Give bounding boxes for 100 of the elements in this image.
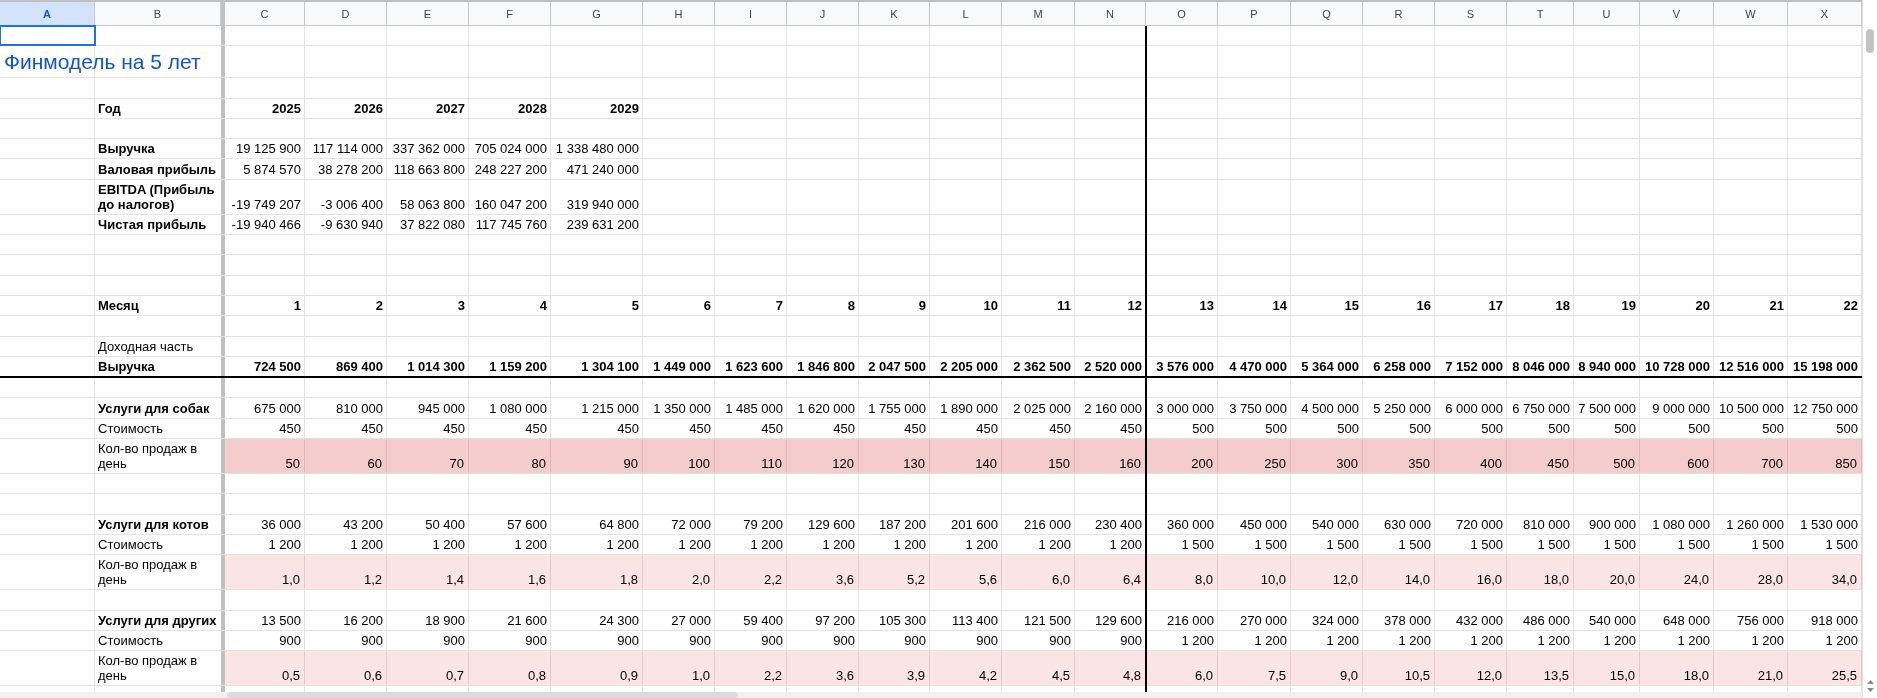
table-cell-text: 118 663 800 (392, 160, 466, 179)
table-cell: 24,0 (1640, 555, 1714, 590)
table-cell-text: 15 198 000 (1791, 358, 1859, 377)
table-cell: 25,5 (1788, 651, 1862, 686)
table-cell-text: 486 000 (1522, 611, 1571, 630)
table-cell: 1,0 (643, 651, 715, 686)
table-cell-text: 810 000 (1522, 515, 1571, 534)
table-cell-text: 900 (1119, 632, 1143, 651)
column-header[interactable]: W (1714, 2, 1788, 26)
vertical-scrollbar[interactable] (1862, 0, 1877, 698)
table-cell: 90 (551, 439, 643, 474)
table-cell-text: 1 200 (821, 536, 856, 555)
table-cell: 0,6 (305, 651, 387, 686)
table-cell-text: 2 160 000 (1083, 399, 1143, 418)
table-cell-text: 1 (292, 297, 302, 316)
table-cell: 7,5 (1218, 651, 1291, 686)
column-header[interactable]: S (1435, 2, 1507, 26)
table-cell-text: 5 (630, 297, 640, 316)
column-header[interactable]: F (469, 2, 551, 26)
table-cell-text: 230 400 (1094, 515, 1143, 534)
table-cell-text: 58 063 800 (398, 195, 466, 214)
table-cell-text: 450 (688, 420, 712, 439)
table-cell: 600 (1640, 439, 1714, 474)
table-cell: 3,6 (787, 651, 859, 686)
table-cell: 12,0 (1435, 651, 1507, 686)
table-cell-text: 216 000 (1023, 515, 1072, 534)
table-cell-text: 24 300 (598, 611, 640, 630)
column-header[interactable]: T (1507, 2, 1574, 26)
table-cell-text: 450 (1048, 420, 1072, 439)
table-cell-text: 3 576 000 (1155, 358, 1215, 377)
table-cell-text: 1 623 600 (724, 358, 784, 377)
table-cell-text: 21 600 (506, 611, 548, 630)
column-header[interactable]: H (643, 2, 715, 26)
column-header[interactable]: Q (1291, 2, 1363, 26)
column-header[interactable]: I (715, 2, 787, 26)
table-cell-text: 1 755 000 (867, 399, 927, 418)
table-cell-text: 6 (702, 297, 712, 316)
table-cell: 18,0 (1640, 651, 1714, 686)
table-cell: 14,0 (1363, 555, 1435, 590)
table-cell-text: 248 227 200 (473, 160, 548, 179)
table-cell-text: 648 000 (1662, 611, 1711, 630)
row-label: Кол-во продаж в день (97, 652, 199, 686)
column-header[interactable]: V (1640, 2, 1714, 26)
table-cell-text: 9 (917, 297, 927, 316)
table-cell-text: 13 500 (260, 611, 302, 630)
table-cell-text: 1 500 (1397, 536, 1432, 555)
column-header[interactable]: L (930, 2, 1002, 26)
table-cell-text: 1 080 000 (1651, 515, 1711, 534)
table-cell-text: 945 000 (417, 399, 466, 418)
table-cell-text: 1 620 000 (796, 399, 856, 418)
table-cell: 6,0 (1002, 555, 1075, 590)
column-header[interactable]: C (225, 2, 305, 26)
table-cell-text: 57 600 (506, 515, 548, 534)
horizontal-scrollbar[interactable] (0, 692, 1862, 698)
table-cell-text: 918 000 (1810, 611, 1859, 630)
table-cell-text: 27 000 (670, 611, 712, 630)
table-cell-text: 1 846 800 (796, 358, 856, 377)
scroll-down-icon[interactable] (1866, 688, 1874, 692)
table-cell: 80 (469, 439, 551, 474)
table-cell: 250 (1218, 439, 1291, 474)
column-header[interactable]: E (387, 2, 469, 26)
column-header[interactable]: G (551, 2, 643, 26)
table-cell-text: 2027 (435, 99, 466, 118)
table-cell-text: 1 200 (513, 536, 548, 555)
table-cell-text: 900 (278, 632, 302, 651)
scrollbar-thumb[interactable] (227, 692, 738, 698)
column-header[interactable]: D (305, 2, 387, 26)
table-cell-text: 450 (278, 420, 302, 439)
table-cell-text: 900 (360, 632, 384, 651)
column-header[interactable]: M (1002, 2, 1075, 26)
table-cell-text: 900 (1048, 632, 1072, 651)
table-cell-text: 500 (1547, 420, 1571, 439)
column-header[interactable]: R (1363, 2, 1435, 26)
table-cell: 70 (387, 439, 469, 474)
table-cell-text: 1 500 (1824, 536, 1859, 555)
column-header[interactable]: B (95, 2, 221, 26)
row-label: Стоимость (97, 536, 165, 555)
table-cell-text: 540 000 (1588, 611, 1637, 630)
column-header[interactable]: N (1075, 2, 1146, 26)
table-cell-text: 4 470 000 (1228, 358, 1288, 377)
table-cell-text: 1 500 (1602, 536, 1637, 555)
column-header[interactable]: X (1788, 2, 1862, 26)
table-cell-text: 6 750 000 (1511, 399, 1571, 418)
table-cell-text: 1 304 100 (580, 358, 640, 377)
column-header[interactable]: J (787, 2, 859, 26)
table-cell: 0,8 (469, 651, 551, 686)
table-cell-text: 18 (1554, 297, 1571, 316)
row-label: Услуги для других (97, 611, 218, 630)
column-header[interactable]: A (0, 2, 95, 26)
scroll-up-icon[interactable] (1866, 680, 1874, 684)
scrollbar-thumb[interactable] (1866, 29, 1874, 53)
table-cell-text: 1 500 (1750, 536, 1785, 555)
column-header[interactable]: O (1146, 2, 1218, 26)
table-cell-text: 1 500 (1180, 536, 1215, 555)
column-header[interactable]: P (1218, 2, 1291, 26)
table-cell: 9,0 (1291, 651, 1363, 686)
column-header[interactable]: U (1574, 2, 1640, 26)
table-cell: 1,2 (305, 555, 387, 590)
column-header[interactable]: K (859, 2, 930, 26)
row-label: Чистая прибыль (97, 216, 208, 235)
